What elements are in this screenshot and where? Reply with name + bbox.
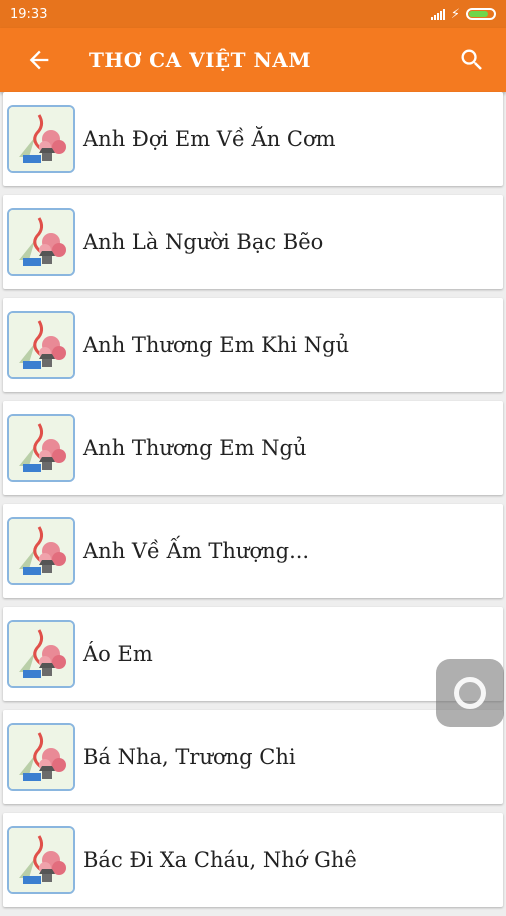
signal-icon bbox=[430, 8, 445, 20]
poem-title: Anh Về Ấm Thượng... bbox=[83, 539, 310, 563]
poem-thumbnail-image bbox=[7, 723, 75, 791]
floating-assistive-button[interactable] bbox=[436, 659, 504, 727]
poem-thumbnail-image bbox=[7, 517, 75, 585]
poem-title: Áo Em bbox=[83, 642, 153, 666]
list-item[interactable]: Anh Là Người Bạc Bẽo bbox=[3, 195, 503, 289]
status-time: 19:33 bbox=[10, 6, 48, 22]
status-bar: 19:33 ⚡ bbox=[0, 0, 506, 28]
charging-icon: ⚡ bbox=[450, 6, 460, 22]
list-item[interactable]: Anh Về Ấm Thượng... bbox=[3, 504, 503, 598]
app-bar: THƠ CA VIỆT NAM bbox=[0, 28, 506, 92]
poem-title: Anh Đợi Em Về Ăn Cơm bbox=[83, 127, 336, 151]
poem-title: Bá Nha, Trương Chi bbox=[83, 745, 296, 769]
poem-thumbnail-image bbox=[7, 826, 75, 894]
page-title: THƠ CA VIỆT NAM bbox=[89, 48, 311, 72]
list-item[interactable]: Áo Em bbox=[3, 607, 503, 701]
list-item[interactable]: Anh Thương Em Khi Ngủ bbox=[3, 298, 503, 392]
poem-thumbnail-image bbox=[7, 105, 75, 173]
battery-icon bbox=[466, 8, 496, 20]
list-item[interactable]: Bá Nha, Trương Chi bbox=[3, 710, 503, 804]
search-icon[interactable] bbox=[458, 46, 486, 74]
poem-thumbnail-image bbox=[7, 311, 75, 379]
poem-title: Anh Thương Em Ngủ bbox=[83, 436, 307, 460]
poem-thumbnail-image bbox=[7, 414, 75, 482]
poem-title: Bác Đi Xa Cháu, Nhớ Ghê bbox=[83, 848, 357, 872]
arrow-left-icon[interactable] bbox=[25, 46, 53, 74]
status-icons: ⚡ bbox=[430, 6, 496, 22]
poem-thumbnail-image bbox=[7, 620, 75, 688]
circle-icon bbox=[454, 677, 486, 709]
poem-title: Anh Thương Em Khi Ngủ bbox=[83, 333, 350, 357]
list-item[interactable]: Anh Thương Em Ngủ bbox=[3, 401, 503, 495]
list-item[interactable]: Bác Đi Xa Cháu, Nhớ Ghê bbox=[3, 813, 503, 907]
poem-list: Anh Đợi Em Về Ăn Cơm Anh Là Người Bạc Bẽo… bbox=[0, 92, 506, 916]
poem-title: Anh Là Người Bạc Bẽo bbox=[83, 230, 324, 254]
list-item[interactable]: Anh Đợi Em Về Ăn Cơm bbox=[3, 92, 503, 186]
poem-thumbnail-image bbox=[7, 208, 75, 276]
